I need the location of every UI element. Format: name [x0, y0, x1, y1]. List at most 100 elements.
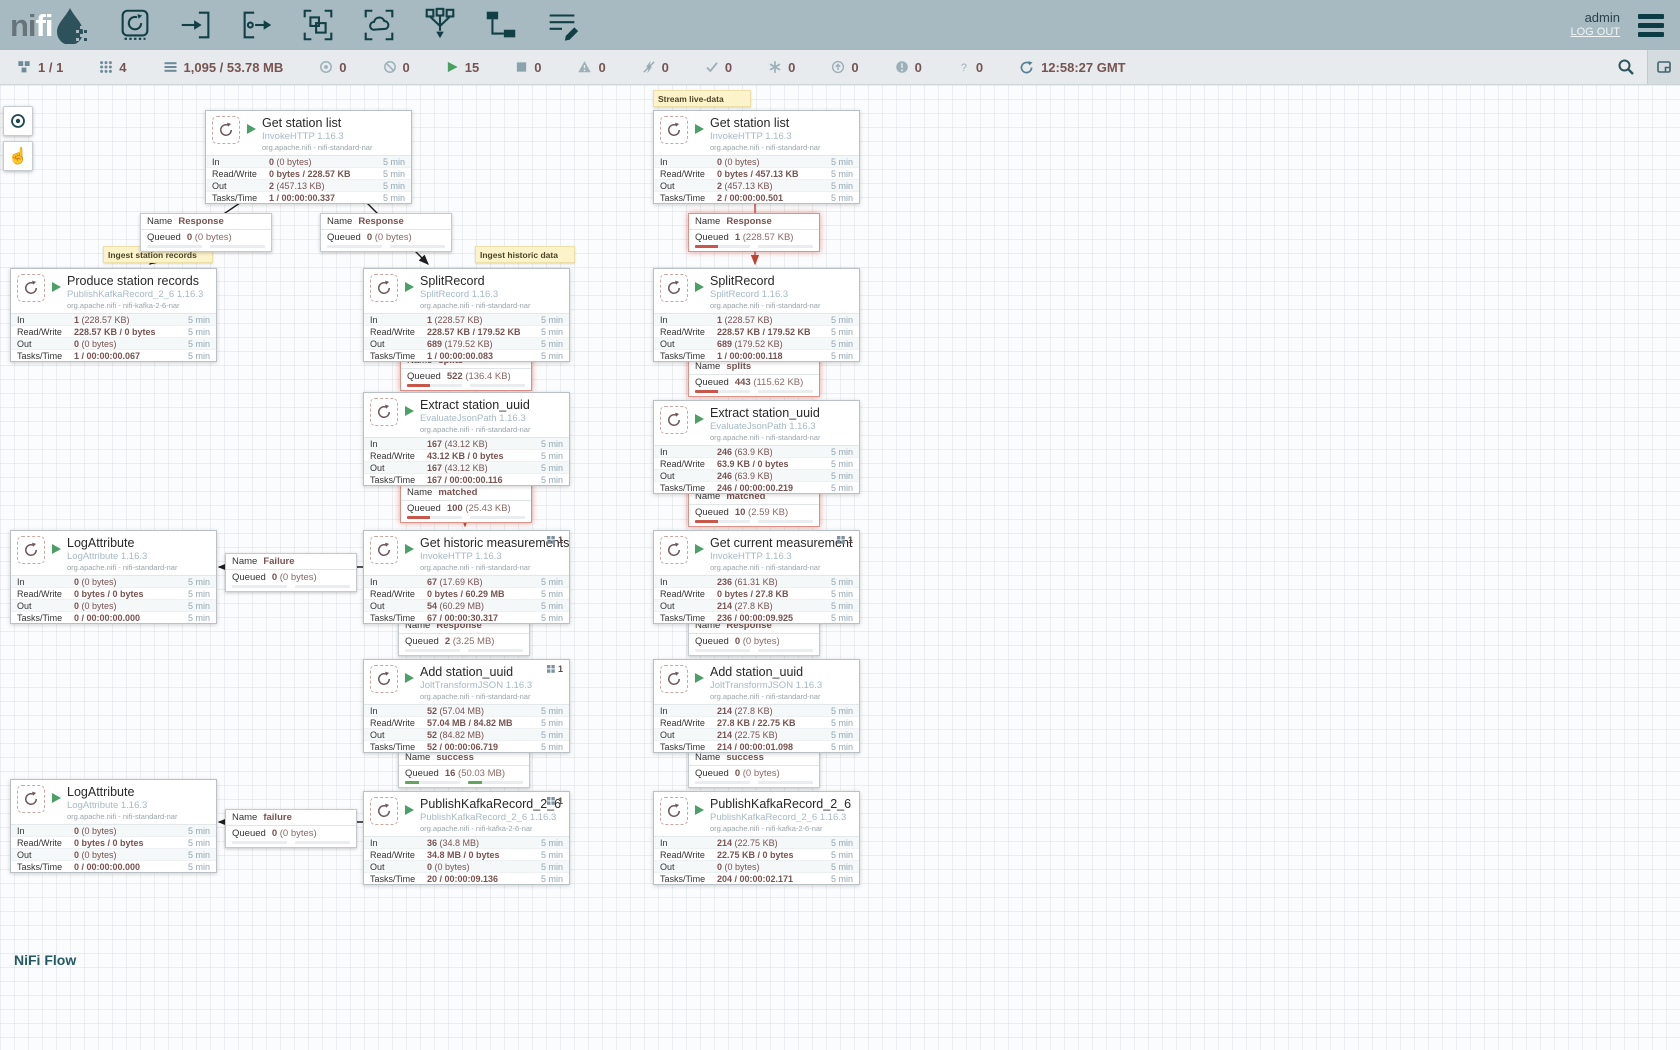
processor-node[interactable]: SplitRecord SplitRecord 1.16.3 org.apach…	[363, 268, 570, 362]
processor-node[interactable]: LogAttribute LogAttribute 1.16.3 org.apa…	[10, 779, 217, 873]
flow-annotation-label[interactable]: Ingest historic data	[475, 246, 575, 263]
navigate-palette-toggle[interactable]	[3, 106, 33, 136]
locally-modified-asterisk-icon	[768, 60, 782, 74]
connection-name-row: Name Response	[141, 214, 271, 230]
connection-queued-row: Queued 0 (0 bytes)	[226, 570, 356, 585]
backpressure-object-track	[405, 781, 460, 784]
connection-label[interactable]: Name splits Queued 443 (115.62 KB)	[688, 358, 820, 397]
drag-output-port-button[interactable]	[237, 5, 277, 45]
connection-queued-row: Queued 10 (2.59 KB)	[689, 505, 819, 520]
processor-node[interactable]: SplitRecord SplitRecord 1.16.3 org.apach…	[653, 268, 860, 362]
backpressure-bars	[399, 649, 529, 655]
processor-bundle: org.apache.nifi - nifi-standard-nar	[67, 563, 177, 572]
up-to-date-status: 0	[705, 60, 732, 75]
stat-row-tasks-time: Tasks/Time 1 / 00:00:00.337 5 min	[206, 191, 411, 203]
processor-node[interactable]: Get station list InvokeHTTP 1.16.3 org.a…	[653, 110, 860, 204]
connection-label[interactable]: Name success Queued 16 (50.03 MB)	[398, 749, 530, 788]
disabled-bolt-icon	[642, 60, 656, 74]
backpressure-object-track	[695, 649, 750, 652]
backpressure-bars	[689, 781, 819, 787]
circular-arrows-icon	[22, 279, 40, 297]
processor-node[interactable]: 1 Add station_uuid JoltTransformJSON 1.1…	[363, 659, 570, 753]
component-toolbar	[115, 5, 582, 45]
last-refresh-status[interactable]: 12:58:27 GMT	[1019, 60, 1126, 75]
running-status-icon	[52, 544, 61, 554]
connection-name-key: Name	[147, 216, 172, 227]
processor-name: PublishKafkaRecord_2_6	[420, 797, 561, 811]
connection-label[interactable]: Name Response Queued 0 (0 bytes)	[140, 213, 272, 252]
connection-name-row: Name Failure	[226, 554, 356, 570]
connection-label[interactable]: Name Response Queued 1 (228.57 KB)	[688, 213, 820, 252]
connection-queued-row: Queued 100 (25.43 KB)	[401, 501, 531, 516]
processor-titles: Get station list InvokeHTTP 1.16.3 org.a…	[710, 116, 820, 152]
stat-row-in: In 1 (228.57 KB) 5 min	[364, 314, 569, 325]
processor-node[interactable]: 1 Get historic measurements InvokeHTTP 1…	[363, 530, 570, 624]
breadcrumb[interactable]: NiFi Flow	[14, 952, 76, 968]
connection-queued-key: Queued	[327, 232, 361, 243]
processor-node[interactable]: Get station list InvokeHTTP 1.16.3 org.a…	[205, 110, 412, 204]
processor-header: Add station_uuid JoltTransformJSON 1.16.…	[654, 660, 859, 704]
status-items: 1 / 1 4 1,095 / 53.78 MB 0 0 15	[0, 60, 1605, 75]
stat-row-out: Out 0 (0 bytes) 5 min	[11, 848, 216, 860]
processor-type-icon	[660, 406, 688, 434]
stat-row-read-write: Read/Write 0 bytes / 0 bytes 5 min	[11, 836, 216, 848]
processor-stats: In 0 (0 bytes) 5 min Read/Write 0 bytes …	[11, 824, 216, 872]
connection-label[interactable]: Name failure Queued 0 (0 bytes)	[225, 809, 357, 848]
stat-row-out: Out 0 (0 bytes) 5 min	[11, 599, 216, 611]
stat-row-in: In 0 (0 bytes) 5 min	[206, 156, 411, 167]
flow-annotation-label[interactable]: Stream live-data	[653, 90, 751, 107]
connection-queued-key: Queued	[405, 636, 439, 647]
processor-stats: In 167 (43.12 KB) 5 min Read/Write 43.12…	[364, 437, 569, 485]
running-status-icon	[695, 124, 704, 134]
logout-link[interactable]: LOG OUT	[1570, 25, 1620, 40]
operate-palette-toggle[interactable]: ☝	[3, 141, 33, 171]
connection-queued-key: Queued	[695, 232, 729, 243]
backpressure-object-track	[327, 245, 382, 248]
drag-remote-process-group-button[interactable]	[359, 5, 399, 45]
running-status-icon	[695, 673, 704, 683]
drag-label-button[interactable]	[542, 5, 582, 45]
last-refresh-time: 12:58:27 GMT	[1041, 60, 1126, 75]
processor-header: PublishKafkaRecord_2_6 PublishKafkaRecor…	[364, 792, 569, 836]
processor-node[interactable]: PublishKafkaRecord_2_6 PublishKafkaRecor…	[653, 791, 860, 885]
backpressure-bars	[226, 585, 356, 591]
processor-node[interactable]: Extract station_uuid EvaluateJsonPath 1.…	[653, 400, 860, 494]
processor-stats: In 52 (57.04 MB) 5 min Read/Write 57.04 …	[364, 704, 569, 752]
stat-row-read-write: Read/Write 0 bytes / 0 bytes 5 min	[11, 587, 216, 599]
processor-node[interactable]: 1 PublishKafkaRecord_2_6 PublishKafkaRec…	[363, 791, 570, 885]
hide-palette-button[interactable]	[1647, 50, 1680, 84]
search-button[interactable]	[1605, 50, 1647, 84]
header-right: admin LOG OUT	[1570, 10, 1680, 41]
circular-arrows-icon	[665, 121, 683, 139]
processor-node[interactable]: Extract station_uuid EvaluateJsonPath 1.…	[363, 392, 570, 486]
drag-process-group-button[interactable]	[298, 5, 338, 45]
processor-header: Get current measurement InvokeHTTP 1.16.…	[654, 531, 859, 575]
global-menu-button[interactable]	[1634, 10, 1668, 41]
connection-queued-key: Queued	[695, 507, 729, 518]
processor-node[interactable]: LogAttribute LogAttribute 1.16.3 org.apa…	[10, 530, 217, 624]
drag-processor-button[interactable]	[115, 5, 155, 45]
drag-input-port-button[interactable]	[176, 5, 216, 45]
running-status: 15	[446, 60, 479, 75]
label-icon	[543, 6, 581, 44]
stat-row-read-write: Read/Write 43.12 KB / 0 bytes 5 min	[364, 449, 569, 461]
connection-label[interactable]: Name Failure Queued 0 (0 bytes)	[225, 553, 357, 592]
drag-template-button[interactable]	[481, 5, 521, 45]
running-status-icon	[695, 414, 704, 424]
backpressure-size-track	[758, 520, 813, 523]
drag-funnel-button[interactable]	[420, 5, 460, 45]
connection-label[interactable]: Name Response Queued 0 (0 bytes)	[320, 213, 452, 252]
stat-row-read-write: Read/Write 0 bytes / 457.13 KB 5 min	[654, 167, 859, 179]
connection-label[interactable]: Name success Queued 0 (0 bytes)	[688, 749, 820, 788]
locally-modified-status: 0	[768, 60, 795, 75]
processor-node[interactable]: Produce station records PublishKafkaReco…	[10, 268, 217, 362]
stale-status: 0	[831, 60, 858, 75]
connection-queued-row: Queued 0 (0 bytes)	[321, 230, 451, 245]
processor-node[interactable]: Add station_uuid JoltTransformJSON 1.16.…	[653, 659, 860, 753]
not-transmitting-icon	[383, 60, 397, 74]
connection-label[interactable]: Name matched Queued 100 (25.43 KB)	[400, 484, 532, 523]
backpressure-size-track	[758, 390, 813, 393]
backpressure-object-track	[232, 841, 287, 844]
connected-nodes-status: 1 / 1	[16, 60, 63, 75]
processor-node[interactable]: 1 Get current measurement InvokeHTTP 1.1…	[653, 530, 860, 624]
